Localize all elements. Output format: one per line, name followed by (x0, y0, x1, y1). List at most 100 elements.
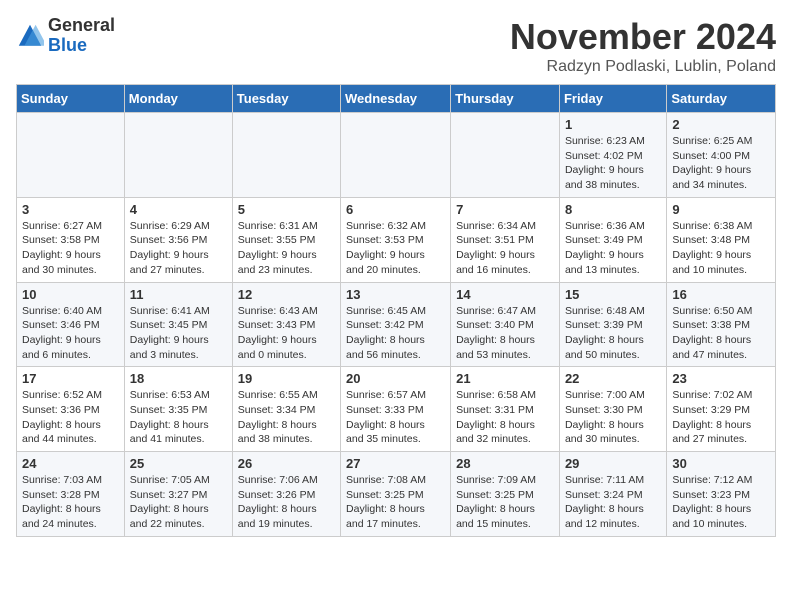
day-number: 25 (130, 456, 227, 471)
day-info: Sunrise: 6:31 AM Sunset: 3:55 PM Dayligh… (238, 219, 335, 278)
day-number: 22 (565, 371, 661, 386)
day-number: 10 (22, 287, 119, 302)
day-info: Sunrise: 6:48 AM Sunset: 3:39 PM Dayligh… (565, 304, 661, 363)
calendar-cell: 25 Sunrise: 7:05 AM Sunset: 3:27 PM Dayli… (124, 452, 232, 537)
calendar-cell: 13 Sunrise: 6:45 AM Sunset: 3:42 PM Dayli… (341, 282, 451, 367)
day-info: Sunrise: 6:47 AM Sunset: 3:40 PM Dayligh… (456, 304, 554, 363)
weekday-header-saturday: Saturday (667, 85, 776, 113)
calendar-cell: 8Sunrise: 6:36 AM Sunset: 3:49 PM Daylig… (559, 197, 666, 282)
calendar-cell: 1Sunrise: 6:23 AM Sunset: 4:02 PM Daylig… (559, 113, 666, 198)
day-info: Sunrise: 7:05 AM Sunset: 3:27 PM Dayligh… (130, 473, 227, 532)
day-info: Sunrise: 6:32 AM Sunset: 3:53 PM Dayligh… (346, 219, 445, 278)
day-number: 7 (456, 202, 554, 217)
day-number: 24 (22, 456, 119, 471)
calendar-cell: 21 Sunrise: 6:58 AM Sunset: 3:31 PM Dayli… (451, 367, 560, 452)
day-info: Sunrise: 6:58 AM Sunset: 3:31 PM Dayligh… (456, 388, 554, 447)
day-number: 18 (130, 371, 227, 386)
day-number: 20 (346, 371, 445, 386)
calendar-cell: 20Sunrise: 6:57 AM Sunset: 3:33 PM Dayli… (341, 367, 451, 452)
day-info: Sunrise: 7:11 AM Sunset: 3:24 PM Dayligh… (565, 473, 661, 532)
day-number: 11 (130, 287, 227, 302)
calendar-cell: 22 Sunrise: 7:00 AM Sunset: 3:30 PM Dayli… (559, 367, 666, 452)
calendar-cell: 7 Sunrise: 6:34 AM Sunset: 3:51 PM Daylig… (451, 197, 560, 282)
weekday-header-sunday: Sunday (17, 85, 125, 113)
calendar-week-4: 17 Sunrise: 6:52 AM Sunset: 3:36 PM Dayli… (17, 367, 776, 452)
calendar-cell: 24 Sunrise: 7:03 AM Sunset: 3:28 PM Dayli… (17, 452, 125, 537)
location-title: Radzyn Podlaski, Lublin, Poland (510, 58, 776, 76)
day-info: Sunrise: 7:06 AM Sunset: 3:26 PM Dayligh… (238, 473, 335, 532)
calendar-cell: 17 Sunrise: 6:52 AM Sunset: 3:36 PM Dayli… (17, 367, 125, 452)
calendar-cell: 9 Sunrise: 6:38 AM Sunset: 3:48 PM Daylig… (667, 197, 776, 282)
day-info: Sunrise: 7:02 AM Sunset: 3:29 PM Dayligh… (672, 388, 770, 447)
day-info: Sunrise: 7:12 AM Sunset: 3:23 PM Dayligh… (672, 473, 770, 532)
day-info: Sunrise: 6:50 AM Sunset: 3:38 PM Dayligh… (672, 304, 770, 363)
day-number: 12 (238, 287, 335, 302)
day-info: Sunrise: 6:53 AM Sunset: 3:35 PM Dayligh… (130, 388, 227, 447)
day-info: Sunrise: 7:00 AM Sunset: 3:30 PM Dayligh… (565, 388, 661, 447)
day-info: Sunrise: 6:41 AM Sunset: 3:45 PM Dayligh… (130, 304, 227, 363)
title-area: November 2024 Radzyn Podlaski, Lublin, P… (510, 16, 776, 76)
calendar-cell (341, 113, 451, 198)
day-number: 21 (456, 371, 554, 386)
day-number: 19 (238, 371, 335, 386)
calendar-week-1: 1Sunrise: 6:23 AM Sunset: 4:02 PM Daylig… (17, 113, 776, 198)
day-info: Sunrise: 6:27 AM Sunset: 3:58 PM Dayligh… (22, 219, 119, 278)
day-info: Sunrise: 7:03 AM Sunset: 3:28 PM Dayligh… (22, 473, 119, 532)
calendar-cell (451, 113, 560, 198)
day-number: 17 (22, 371, 119, 386)
day-info: Sunrise: 6:43 AM Sunset: 3:43 PM Dayligh… (238, 304, 335, 363)
logo-blue: Blue (48, 36, 115, 56)
logo-general: General (48, 16, 115, 36)
day-number: 4 (130, 202, 227, 217)
day-info: Sunrise: 6:40 AM Sunset: 3:46 PM Dayligh… (22, 304, 119, 363)
weekday-header-wednesday: Wednesday (341, 85, 451, 113)
day-info: Sunrise: 6:34 AM Sunset: 3:51 PM Dayligh… (456, 219, 554, 278)
calendar-cell: 15 Sunrise: 6:48 AM Sunset: 3:39 PM Dayli… (559, 282, 666, 367)
day-number: 3 (22, 202, 119, 217)
calendar-cell (124, 113, 232, 198)
calendar-week-2: 3 Sunrise: 6:27 AM Sunset: 3:58 PM Daylig… (17, 197, 776, 282)
weekday-header-row: SundayMondayTuesdayWednesdayThursdayFrid… (17, 85, 776, 113)
day-number: 15 (565, 287, 661, 302)
calendar-cell: 5 Sunrise: 6:31 AM Sunset: 3:55 PM Daylig… (232, 197, 340, 282)
day-info: Sunrise: 6:45 AM Sunset: 3:42 PM Dayligh… (346, 304, 445, 363)
calendar-cell: 28 Sunrise: 7:09 AM Sunset: 3:25 PM Dayli… (451, 452, 560, 537)
calendar-cell: 11 Sunrise: 6:41 AM Sunset: 3:45 PM Dayli… (124, 282, 232, 367)
day-number: 28 (456, 456, 554, 471)
day-info: Sunrise: 6:25 AM Sunset: 4:00 PM Dayligh… (672, 134, 770, 193)
calendar-cell: 29 Sunrise: 7:11 AM Sunset: 3:24 PM Dayli… (559, 452, 666, 537)
day-number: 27 (346, 456, 445, 471)
month-title: November 2024 (510, 16, 776, 58)
calendar-week-3: 10 Sunrise: 6:40 AM Sunset: 3:46 PM Dayli… (17, 282, 776, 367)
day-number: 1 (565, 117, 661, 132)
logo-icon (16, 22, 44, 50)
day-number: 8 (565, 202, 661, 217)
day-number: 29 (565, 456, 661, 471)
calendar-cell: 23 Sunrise: 7:02 AM Sunset: 3:29 PM Dayli… (667, 367, 776, 452)
day-number: 9 (672, 202, 770, 217)
day-number: 5 (238, 202, 335, 217)
calendar-cell (232, 113, 340, 198)
calendar-cell: 12 Sunrise: 6:43 AM Sunset: 3:43 PM Dayli… (232, 282, 340, 367)
calendar-cell: 26Sunrise: 7:06 AM Sunset: 3:26 PM Dayli… (232, 452, 340, 537)
day-info: Sunrise: 7:08 AM Sunset: 3:25 PM Dayligh… (346, 473, 445, 532)
day-info: Sunrise: 6:38 AM Sunset: 3:48 PM Dayligh… (672, 219, 770, 278)
calendar-cell: 3 Sunrise: 6:27 AM Sunset: 3:58 PM Daylig… (17, 197, 125, 282)
day-info: Sunrise: 7:09 AM Sunset: 3:25 PM Dayligh… (456, 473, 554, 532)
day-number: 2 (672, 117, 770, 132)
day-number: 16 (672, 287, 770, 302)
calendar-cell: 14Sunrise: 6:47 AM Sunset: 3:40 PM Dayli… (451, 282, 560, 367)
calendar-cell: 18 Sunrise: 6:53 AM Sunset: 3:35 PM Dayli… (124, 367, 232, 452)
day-info: Sunrise: 6:55 AM Sunset: 3:34 PM Dayligh… (238, 388, 335, 447)
day-number: 13 (346, 287, 445, 302)
calendar-cell: 27 Sunrise: 7:08 AM Sunset: 3:25 PM Dayli… (341, 452, 451, 537)
calendar-table: SundayMondayTuesdayWednesdayThursdayFrid… (16, 84, 776, 537)
day-info: Sunrise: 6:29 AM Sunset: 3:56 PM Dayligh… (130, 219, 227, 278)
day-number: 23 (672, 371, 770, 386)
weekday-header-monday: Monday (124, 85, 232, 113)
day-number: 30 (672, 456, 770, 471)
day-info: Sunrise: 6:52 AM Sunset: 3:36 PM Dayligh… (22, 388, 119, 447)
calendar-cell: 30 Sunrise: 7:12 AM Sunset: 3:23 PM Dayli… (667, 452, 776, 537)
calendar-cell (17, 113, 125, 198)
calendar-cell: 19 Sunrise: 6:55 AM Sunset: 3:34 PM Dayli… (232, 367, 340, 452)
